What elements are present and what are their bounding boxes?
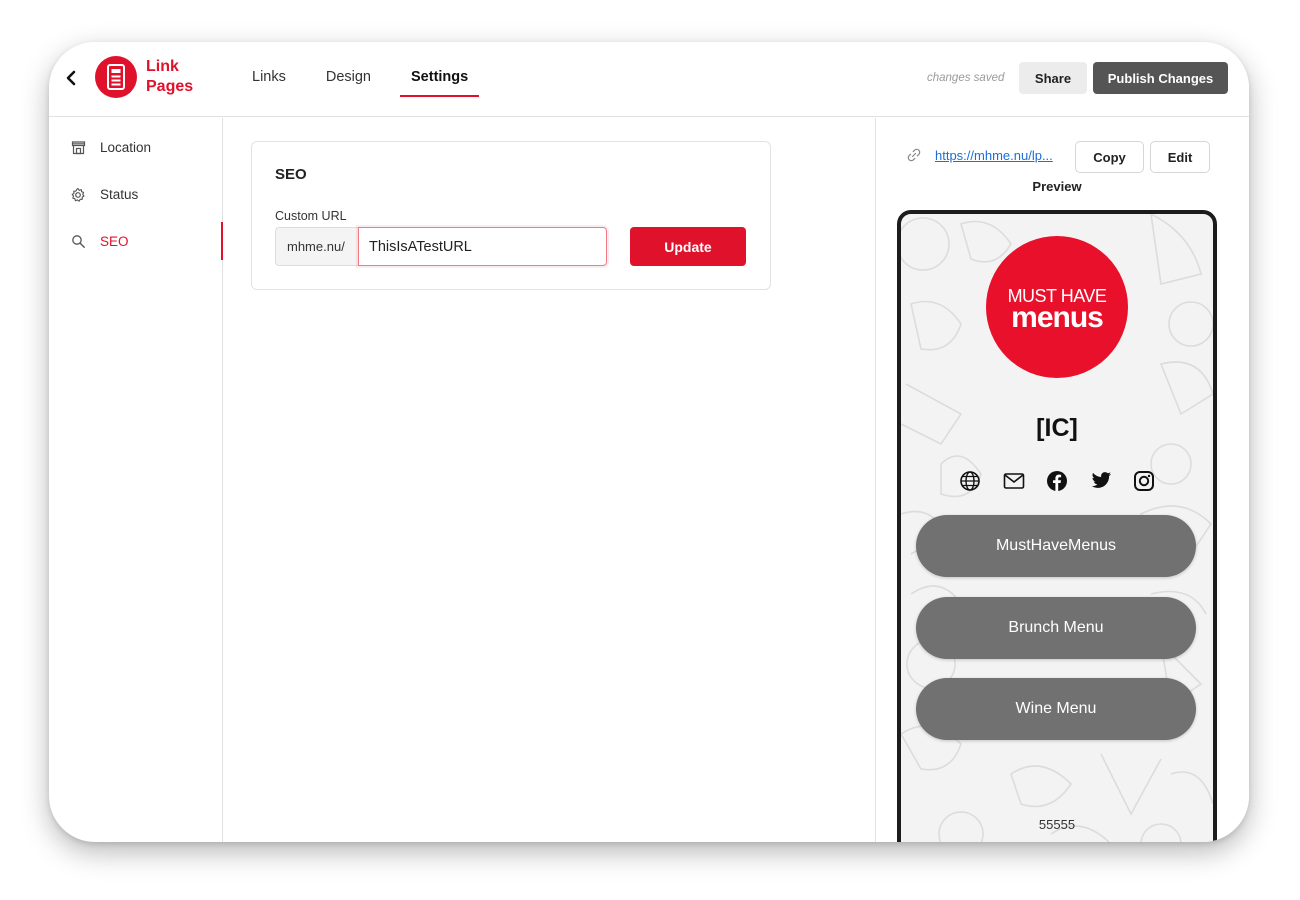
must-have-menus-logo: MUST HAVE menus: [986, 236, 1128, 378]
preview-label: Preview: [1032, 179, 1082, 194]
sidebar-item-seo[interactable]: SEO: [49, 218, 223, 265]
top-bar: Link Pages Links Design Settings changes…: [49, 42, 1249, 117]
mail-icon[interactable]: [1001, 468, 1027, 494]
publish-changes-button[interactable]: Publish Changes: [1093, 62, 1228, 94]
preview-panel: https://mhme.nu/lp... Copy Edit Preview: [875, 118, 1249, 842]
gear-icon: [69, 186, 87, 204]
twitter-icon[interactable]: [1088, 468, 1114, 494]
page-url-link[interactable]: https://mhme.nu/lp...: [935, 148, 1053, 163]
facebook-icon[interactable]: [1044, 468, 1070, 494]
sidebar-item-label: SEO: [100, 234, 129, 249]
custom-url-input[interactable]: [358, 227, 607, 266]
brand-line-1: Link: [146, 58, 179, 75]
social-icons-row: [957, 468, 1157, 494]
restaurant-name: [IC]: [1036, 414, 1078, 442]
brand-line-2: Pages: [146, 78, 194, 95]
brand-name: Link Pages: [146, 57, 193, 97]
sidebar-item-label: Status: [100, 187, 139, 202]
custom-url-label: Custom URL: [275, 209, 347, 223]
instagram-icon[interactable]: [1131, 468, 1157, 494]
share-button[interactable]: Share: [1019, 62, 1087, 94]
copy-button[interactable]: Copy: [1075, 141, 1144, 173]
link-button-musthavemenus[interactable]: MustHaveMenus: [916, 515, 1196, 577]
link-button-brunch-menu[interactable]: Brunch Menu: [916, 597, 1196, 659]
sidebar-item-status[interactable]: Status: [49, 171, 222, 218]
storefront-icon: [69, 139, 87, 157]
link-pages-logo: [95, 56, 137, 98]
tab-design[interactable]: Design: [306, 42, 391, 117]
sidebar-item-label: Location: [100, 140, 152, 155]
save-status: changes saved: [927, 72, 1005, 84]
update-button[interactable]: Update: [630, 227, 746, 266]
back-chevron-icon[interactable]: [61, 64, 81, 92]
seo-card: SEO Custom URL mhme.nu/ Update: [251, 141, 771, 290]
logo-text-bottom: menus: [1011, 301, 1104, 334]
link-button-wine-menu[interactable]: Wine Menu: [916, 678, 1196, 740]
phone-preview: MUST HAVE menus [IC] MustHaveMenus Brunc…: [897, 210, 1217, 842]
app-window: Link Pages Links Design Settings changes…: [49, 42, 1249, 842]
preview-footer-text: 55555: [1038, 817, 1076, 832]
sidebar-item-location[interactable]: Location: [49, 124, 222, 171]
main-tabs: Links Design Settings: [232, 42, 488, 117]
url-prefix: mhme.nu/: [275, 227, 359, 266]
link-icon: [907, 148, 923, 164]
seo-title: SEO: [275, 166, 307, 183]
tab-settings[interactable]: Settings: [391, 42, 488, 117]
globe-icon[interactable]: [957, 468, 983, 494]
tab-links[interactable]: Links: [232, 42, 306, 117]
settings-sidebar: Location Status SEO: [49, 118, 223, 842]
edit-button[interactable]: Edit: [1150, 141, 1210, 173]
search-icon: [69, 233, 87, 251]
